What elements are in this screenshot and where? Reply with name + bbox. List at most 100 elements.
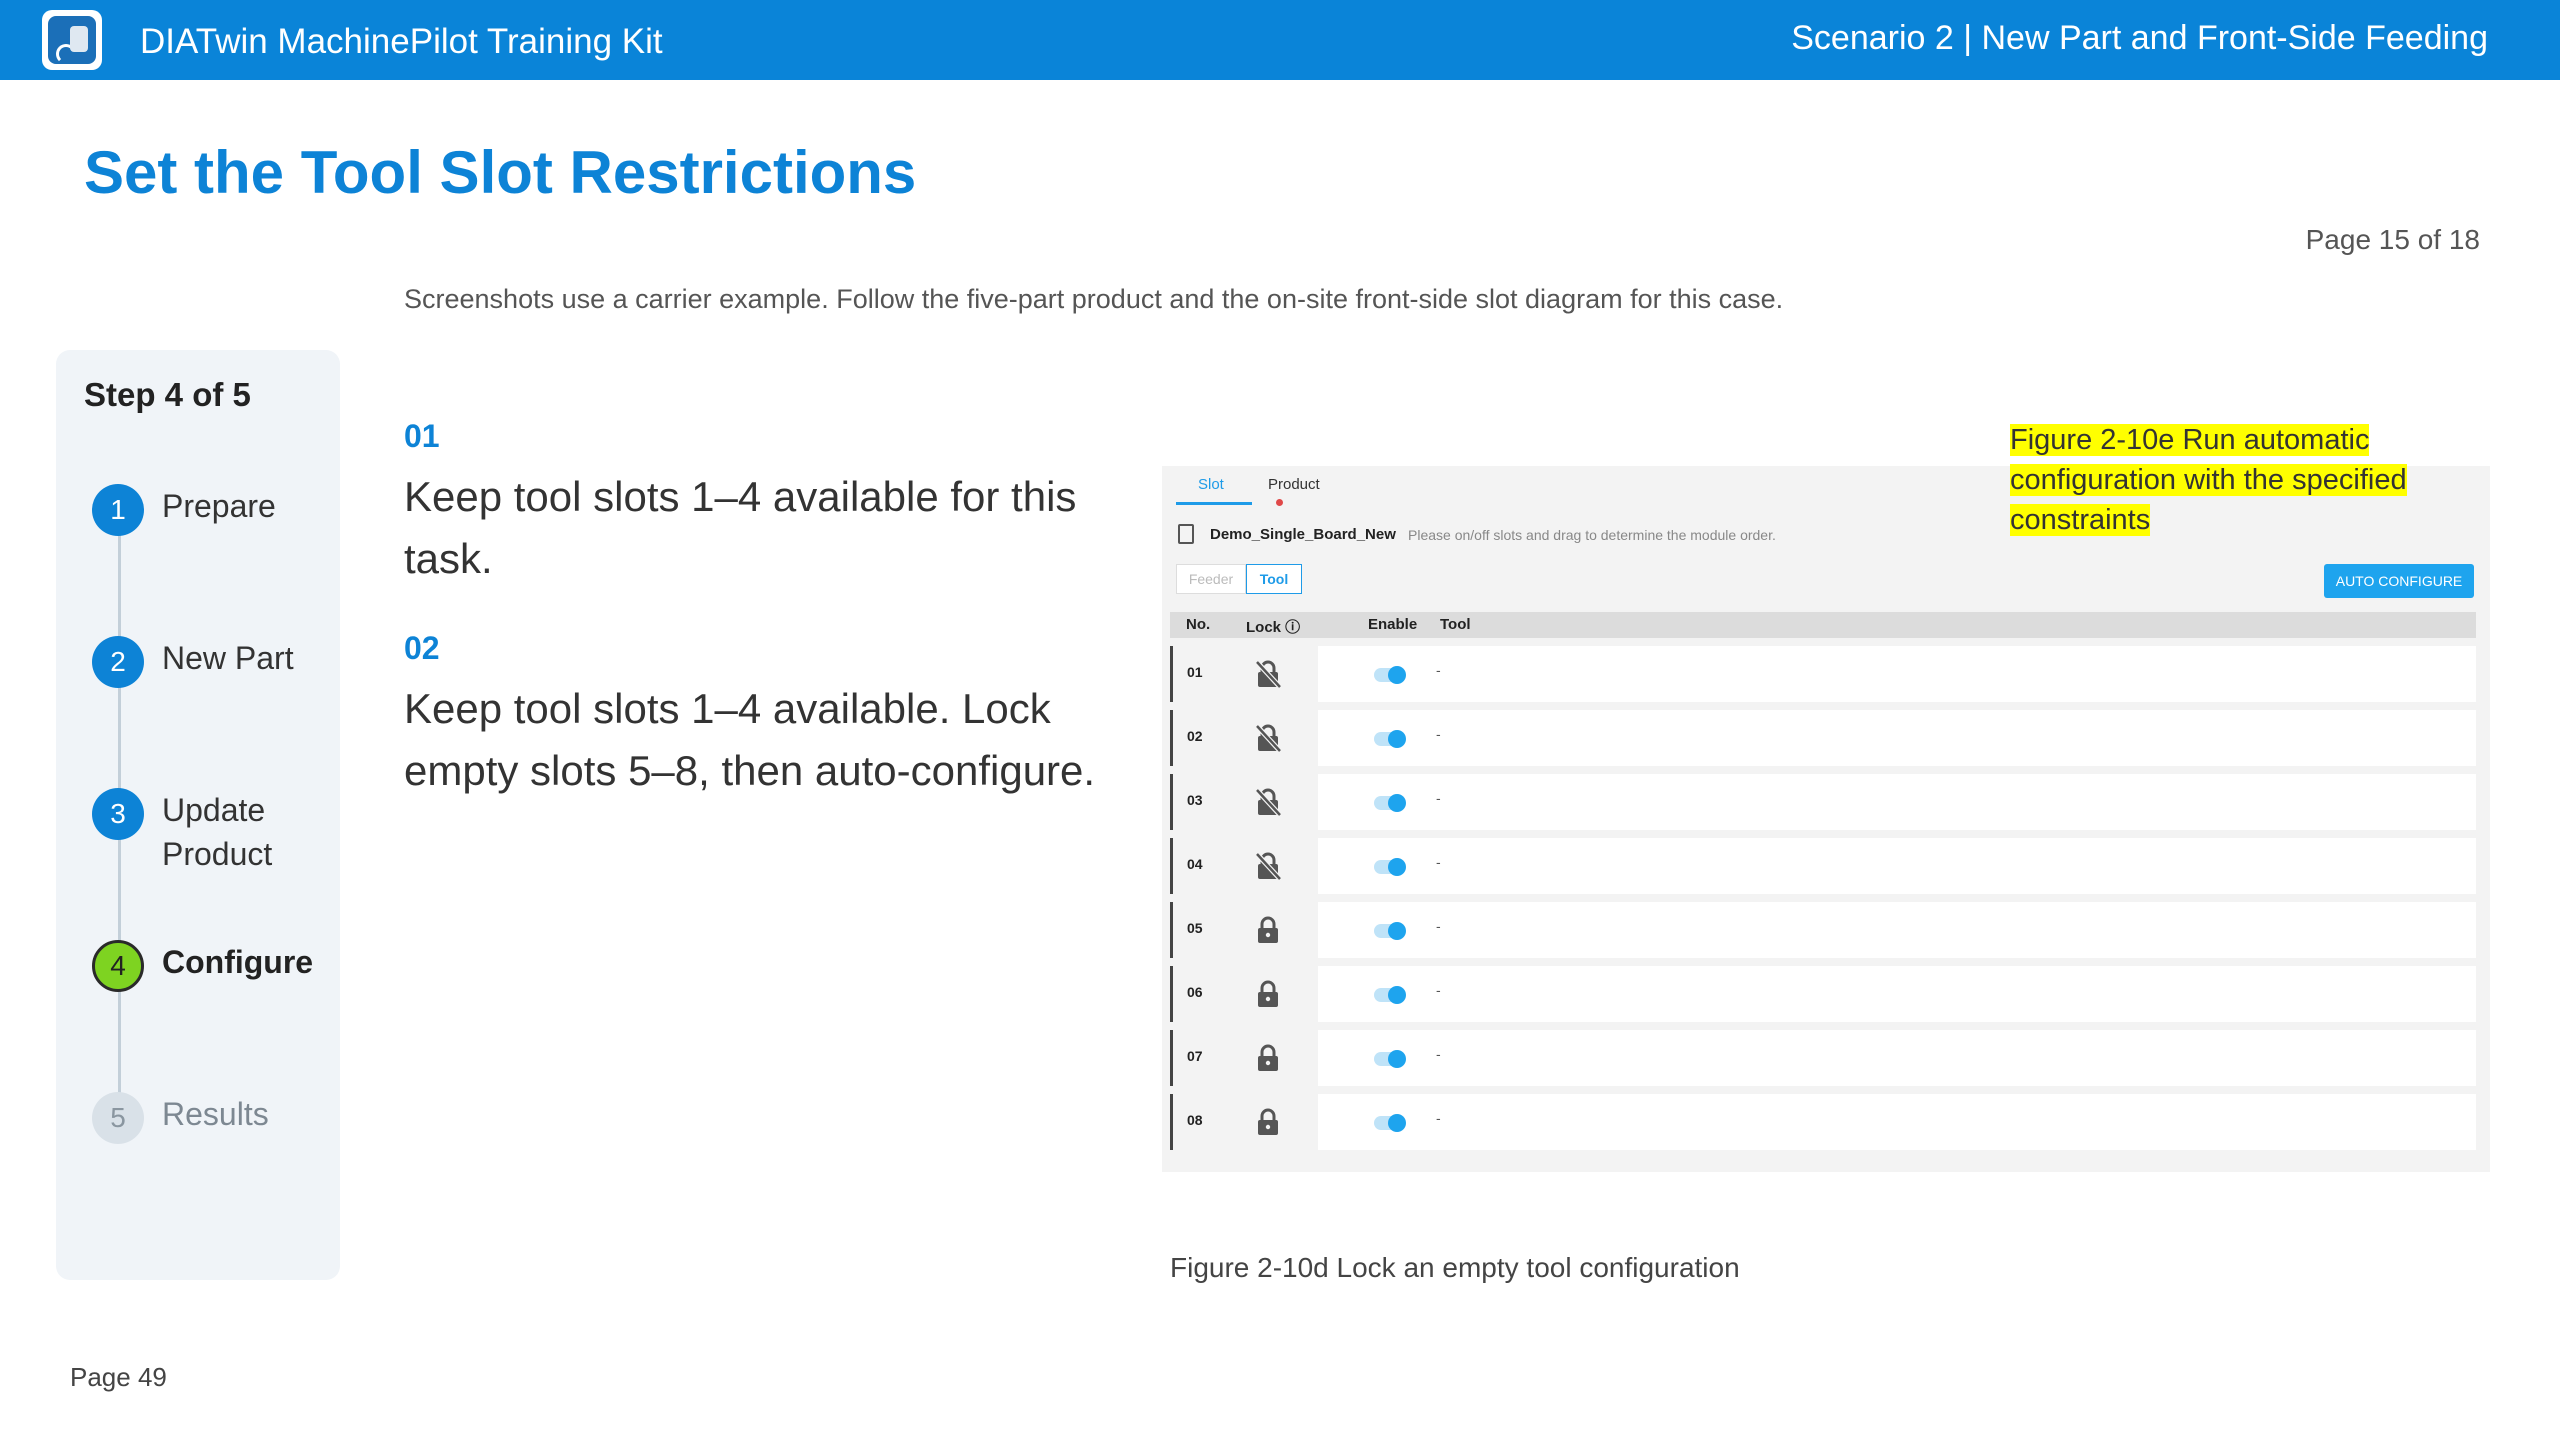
unsaved-dot-icon xyxy=(1276,498,1283,506)
footer-page-number: Page 49 xyxy=(70,1362,167,1392)
slot-number-cell: 06 xyxy=(1170,966,1310,1022)
slot-number-cell: 05 xyxy=(1170,902,1310,958)
enable-toggle[interactable] xyxy=(1374,1050,1406,1068)
enable-toggle[interactable] xyxy=(1374,730,1406,748)
slot-number-cell: 02 xyxy=(1170,710,1310,766)
tool-value: - xyxy=(1436,854,1441,870)
unlock-icon[interactable] xyxy=(1255,788,1282,817)
toggle-knob xyxy=(1388,986,1406,1004)
column-no: No. xyxy=(1186,616,1211,633)
step-label: New Part xyxy=(162,640,294,676)
tab-product[interactable]: Product xyxy=(1268,476,1320,510)
lock-icon[interactable] xyxy=(1255,980,1281,1008)
tab-underline xyxy=(1176,502,1252,505)
instruction-number: 02 xyxy=(404,630,440,666)
tool-value: - xyxy=(1436,790,1441,806)
slot-number: 06 xyxy=(1187,984,1203,1000)
segment-tool[interactable]: Tool xyxy=(1246,564,1302,594)
table-row: 03 - xyxy=(1170,774,2476,830)
unlock-icon[interactable] xyxy=(1255,724,1282,753)
tool-value: - xyxy=(1436,726,1441,742)
step-title: Step 4 of 5 xyxy=(84,376,251,413)
segment-feeder[interactable]: Feeder xyxy=(1176,564,1246,594)
table-row: 01 - xyxy=(1170,646,2476,702)
scenario-title: Scenario 2 | New Part and Front-Side Fee… xyxy=(1791,19,2488,57)
board-name: Demo_Single_Board_New xyxy=(1210,526,1396,543)
tool-value: - xyxy=(1436,662,1441,678)
slot-row-body: - xyxy=(1318,838,2476,894)
figure-e-caption: Figure 2-10e Run automatic configuration… xyxy=(2010,420,2440,540)
slot-row-body: - xyxy=(1318,774,2476,830)
step-number: 4 xyxy=(92,940,144,992)
lock-icon[interactable] xyxy=(1255,1108,1281,1136)
step-label: Results xyxy=(162,1096,269,1132)
step-number: 1 xyxy=(92,484,144,536)
toggle-knob xyxy=(1388,922,1406,940)
unlock-icon[interactable] xyxy=(1255,660,1282,689)
tool-value: - xyxy=(1436,918,1441,934)
note-text: Screenshots use a carrier example. Follo… xyxy=(404,284,1784,314)
slot-row-body: - xyxy=(1318,966,2476,1022)
board-hint: Please on/off slots and drag to determin… xyxy=(1408,527,1776,543)
column-lock: Lock ⓘ xyxy=(1246,619,1301,636)
instruction-text: Keep tool slots 1–4 available. Lock empt… xyxy=(404,685,1096,794)
enable-toggle[interactable] xyxy=(1374,794,1406,812)
slot-number: 08 xyxy=(1187,1112,1203,1128)
app-title: DIATwin MachinePilot Training Kit xyxy=(140,22,663,61)
table-row: 08 - xyxy=(1170,1094,2476,1150)
toggle-knob xyxy=(1388,794,1406,812)
robot-arm-app-icon xyxy=(42,10,102,70)
tool-slot-screenshot: Slot Product Demo_Single_Board_New Pleas… xyxy=(1162,466,2490,1172)
step-label: Prepare xyxy=(162,488,276,524)
toggle-knob xyxy=(1388,858,1406,876)
unlock-icon[interactable] xyxy=(1255,852,1282,881)
step-label: Configure xyxy=(162,944,314,980)
table-row: 07 - xyxy=(1170,1030,2476,1086)
column-enable: Enable xyxy=(1368,616,1418,633)
table-row: 06 - xyxy=(1170,966,2476,1022)
lock-icon[interactable] xyxy=(1255,1044,1281,1072)
enable-toggle[interactable] xyxy=(1374,1114,1406,1132)
step-number: 5 xyxy=(92,1092,144,1144)
slot-number: 03 xyxy=(1187,792,1203,808)
slot-row-body: - xyxy=(1318,1094,2476,1150)
slot-number: 07 xyxy=(1187,1048,1203,1064)
slot-row-body: - xyxy=(1318,710,2476,766)
slot-row-body: - xyxy=(1318,646,2476,702)
slot-number: 05 xyxy=(1187,920,1203,936)
step-number: 3 xyxy=(92,788,144,840)
toggle-knob xyxy=(1388,1050,1406,1068)
slot-number-cell: 03 xyxy=(1170,774,1310,830)
slot-row-body: - xyxy=(1318,1030,2476,1086)
tool-value: - xyxy=(1436,1046,1441,1062)
enable-toggle[interactable] xyxy=(1374,922,1406,940)
step-label: Update Product xyxy=(162,792,273,872)
figure-e-highlight: Figure 2-10e Run automatic configuration… xyxy=(2010,424,2407,536)
step-number: 2 xyxy=(92,636,144,688)
toggle-knob xyxy=(1388,666,1406,684)
table-header: No. Lock ⓘ Enable Tool xyxy=(1170,612,2476,638)
lock-icon[interactable] xyxy=(1255,916,1281,944)
stepper-panel: Step 4 of 5 1 Prepare 2 New Part 3 Updat… xyxy=(56,350,340,1280)
slot-number-cell: 04 xyxy=(1170,838,1310,894)
slot-number: 02 xyxy=(1187,728,1203,744)
tool-value: - xyxy=(1436,1110,1441,1126)
slot-number: 01 xyxy=(1187,664,1203,680)
page-title: Set the Tool Slot Restrictions xyxy=(84,139,917,206)
instruction-number: 01 xyxy=(404,418,440,454)
slot-number-cell: 07 xyxy=(1170,1030,1310,1086)
table-row: 02 - xyxy=(1170,710,2476,766)
slot-number-cell: 08 xyxy=(1170,1094,1310,1150)
enable-toggle[interactable] xyxy=(1374,666,1406,684)
toggle-knob xyxy=(1388,1114,1406,1132)
table-row: 04 - xyxy=(1170,838,2476,894)
enable-toggle[interactable] xyxy=(1374,986,1406,1004)
enable-toggle[interactable] xyxy=(1374,858,1406,876)
slot-row-body: - xyxy=(1318,902,2476,958)
toggle-knob xyxy=(1388,730,1406,748)
auto-configure-button[interactable]: AUTO CONFIGURE xyxy=(2324,564,2474,598)
tab-slot[interactable]: Slot xyxy=(1198,476,1224,493)
board-icon xyxy=(1178,524,1194,544)
table-row: 05 - xyxy=(1170,902,2476,958)
tool-value: - xyxy=(1436,982,1441,998)
